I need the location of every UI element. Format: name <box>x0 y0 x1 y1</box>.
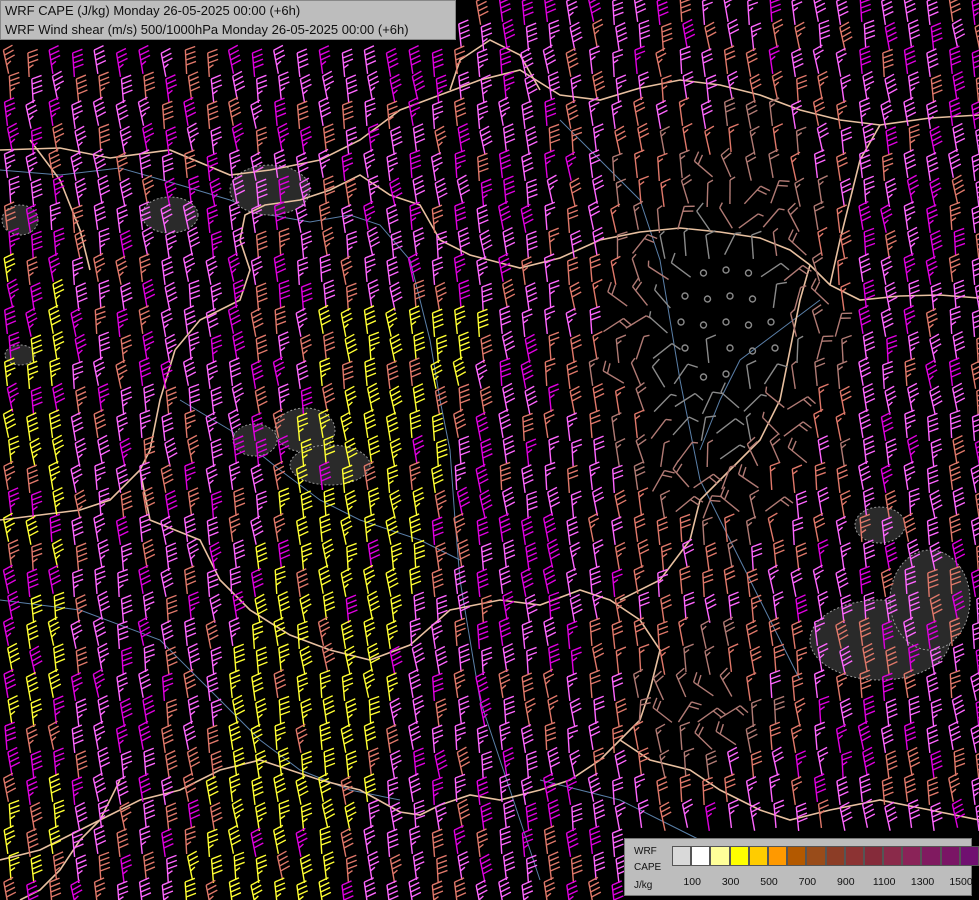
legend-swatch <box>767 846 788 866</box>
cape-legend: WRF CAPE J/kg 100 300 500 700 900 1100 1300 150… <box>624 838 979 896</box>
legend-swatch <box>921 846 941 866</box>
legend-tick-label: 300 <box>721 876 740 888</box>
legend-tick-label: 500 <box>760 876 778 888</box>
legend-swatch <box>806 846 826 866</box>
legend-tick-label: 100 <box>683 876 701 888</box>
legend-tick-label: 1300 <box>910 876 935 888</box>
legend-tick-labels: 100 300 500 700 900 1100 1300 1500 <box>672 876 972 890</box>
legend-tick-label: 700 <box>798 876 817 888</box>
legend-swatch <box>844 846 864 866</box>
legend-swatch <box>902 846 922 866</box>
cape-title: WRF CAPE (J/kg) Monday 26-05-2025 00:00 … <box>5 3 301 18</box>
legend-tick-label: 1100 <box>872 876 896 888</box>
legend-swatch <box>691 846 711 866</box>
wind-shear-title: WRF Wind shear (m/s) 500/1000hPa Monday … <box>5 22 409 37</box>
legend-swatch <box>940 846 960 866</box>
legend-swatch <box>748 846 768 866</box>
title-panel: WRF CAPE (J/kg) Monday 26-05-2025 00:00 … <box>0 0 456 40</box>
legend-model-label: WRF <box>634 846 657 857</box>
legend-swatch <box>825 846 845 866</box>
legend-color-scale <box>672 846 979 866</box>
legend-swatch <box>710 846 730 866</box>
legend-swatch <box>787 846 807 866</box>
legend-tick-label: 1500 <box>949 876 973 888</box>
legend-swatch <box>883 846 903 866</box>
legend-tick-label: 900 <box>837 876 855 888</box>
cape-contour <box>854 506 906 544</box>
legend-unit-label: J/kg <box>634 880 653 891</box>
map-canvas <box>0 0 979 900</box>
legend-variable-label: CAPE <box>634 862 662 873</box>
legend-swatch <box>672 846 692 866</box>
legend-swatch <box>959 846 979 866</box>
legend-swatch <box>729 846 749 866</box>
legend-swatch <box>863 846 884 866</box>
